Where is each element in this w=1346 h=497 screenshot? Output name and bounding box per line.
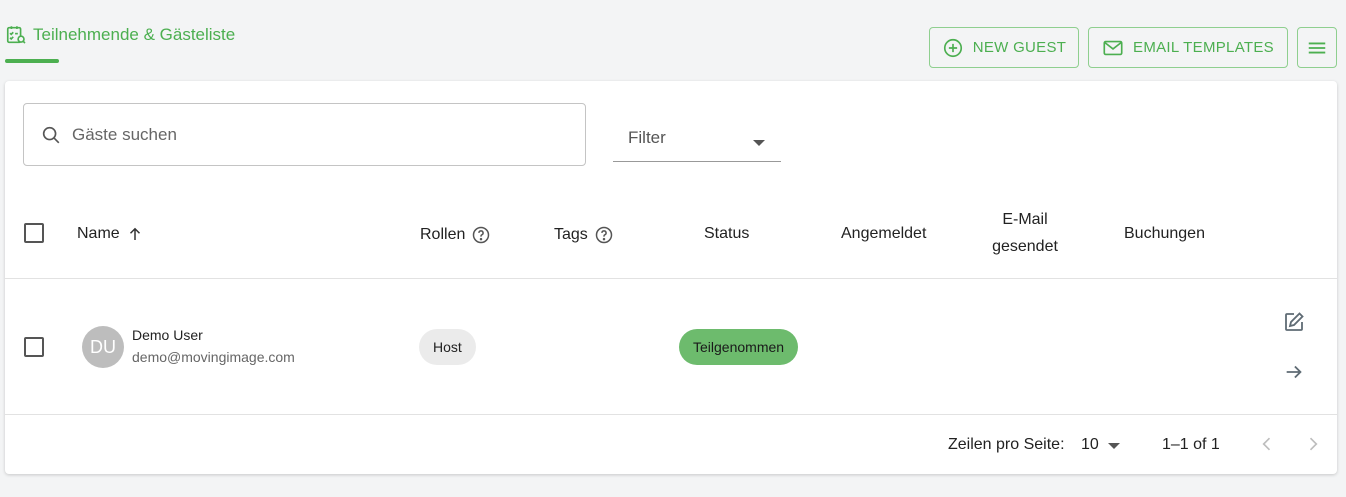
column-header-status: Status (704, 225, 749, 243)
edit-pencil-icon (1285, 312, 1304, 331)
column-label-rollen: Rollen (420, 226, 466, 243)
status-badge: Teilgenommen (679, 329, 799, 365)
column-header-tags: Tags (554, 225, 614, 245)
column-label-tags: Tags (554, 226, 588, 243)
select-all-checkbox[interactable] (24, 223, 44, 243)
guest-list-card: Gäste suchen Filter Name Rollen Tags Sta… (5, 81, 1337, 474)
column-header-angemeldet: Angemeldet (841, 225, 926, 243)
mail-icon (1103, 40, 1123, 55)
tab-guest-list[interactable]: Teilnehmende & Gästeliste (5, 24, 235, 46)
chevron-right-icon (1309, 437, 1318, 451)
guest-email: demo@movingimage.com (132, 349, 295, 365)
email-templates-button[interactable]: EMAIL TEMPLATES (1088, 27, 1288, 68)
chevron-down-icon (753, 140, 765, 146)
hamburger-menu-icon (1308, 42, 1326, 53)
search-icon (42, 126, 60, 143)
guest-name: Demo User (132, 327, 203, 343)
next-page-button[interactable] (1301, 432, 1325, 456)
chevron-left-icon (1262, 437, 1271, 451)
help-circle-icon[interactable] (471, 225, 491, 245)
column-label-status: Status (704, 225, 750, 242)
open-details-button[interactable] (1280, 358, 1308, 386)
column-header-email-sent: E-Mail gesendet (975, 206, 1075, 260)
help-circle-icon[interactable] (594, 225, 614, 245)
menu-button[interactable] (1297, 27, 1337, 68)
role-chip: Host (419, 329, 476, 365)
filter-select[interactable]: Filter (613, 116, 781, 162)
avatar: DU (82, 326, 124, 368)
new-guest-button[interactable]: NEW GUEST (929, 27, 1079, 68)
add-circle-icon (943, 38, 962, 57)
search-placeholder: Gäste suchen (72, 124, 177, 144)
clipboard-check-icon (6, 26, 26, 44)
rows-per-page-select[interactable]: 10 (1081, 436, 1099, 454)
column-label-buchungen: Buchungen (1124, 225, 1205, 242)
column-label-angemeldet: Angemeldet (841, 225, 927, 242)
sort-arrow-up-icon (129, 227, 140, 240)
row-select-checkbox[interactable] (24, 337, 44, 357)
filter-label: Filter (628, 128, 666, 147)
pagination-bar: Zeilen pro Seite: 10 1–1 of 1 (5, 416, 1337, 474)
page-range: 1–1 of 1 (1162, 436, 1220, 453)
tab-active-indicator (5, 59, 59, 63)
tab-label: Teilnehmende & Gästeliste (33, 25, 236, 44)
rows-per-page-label: Zeilen pro Seite: (948, 436, 1065, 453)
chevron-down-icon[interactable] (1108, 443, 1120, 449)
email-templates-label: EMAIL TEMPLATES (1133, 39, 1274, 56)
column-label-email-line2: gesendet (992, 238, 1058, 255)
search-input[interactable]: Gäste suchen (23, 103, 586, 166)
edit-button[interactable] (1280, 308, 1308, 336)
column-header-name[interactable]: Name (77, 225, 144, 243)
column-header-buchungen: Buchungen (1124, 225, 1205, 243)
table-header: Name Rollen Tags Status Angemeldet E-Mai… (5, 201, 1337, 279)
arrow-right-icon (1286, 365, 1302, 379)
column-header-rollen: Rollen (420, 225, 491, 245)
column-label-name: Name (77, 225, 120, 242)
new-guest-label: NEW GUEST (972, 39, 1067, 56)
previous-page-button[interactable] (1255, 432, 1279, 456)
table-row: DU Demo User demo@movingimage.com Host T… (5, 280, 1337, 415)
column-label-email-line1: E-Mail (1002, 211, 1048, 228)
